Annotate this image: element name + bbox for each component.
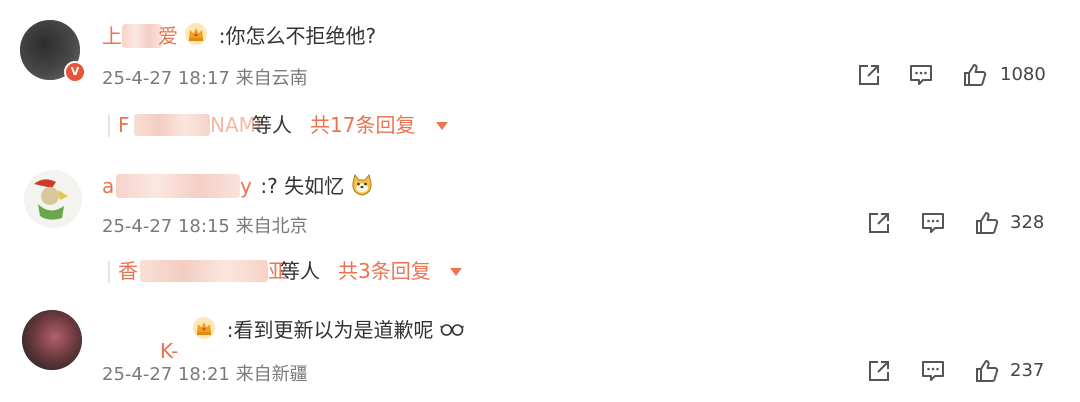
v-badge-icon: V (64, 61, 86, 83)
comment-item: V 上爱 :你怎么不拒绝他? 25-4-27 18:17 来自云南 1080 F… (0, 0, 1080, 150)
reply-summary[interactable]: F NAMI 等人 共17条回复 (108, 110, 468, 140)
username[interactable]: 上爱 (102, 22, 178, 50)
comment-icon[interactable] (908, 62, 934, 88)
replier-name[interactable]: 香亚 (118, 256, 288, 286)
avatar-image (24, 170, 82, 228)
glasses-icon (439, 324, 464, 336)
location: 来自北京 (235, 216, 308, 237)
comment-meta: 25-4-27 18:21 来自新疆 (102, 360, 308, 386)
like-count: 237 (1010, 360, 1045, 381)
comment-actions: 1080 (852, 62, 1052, 90)
replies-total-link[interactable]: 共17条回复 (310, 110, 415, 140)
reply-divider (108, 115, 110, 137)
crown-icon (193, 317, 216, 339)
comment-actions: 328 (866, 210, 1056, 238)
doge-icon (352, 173, 373, 196)
share-icon[interactable] (866, 210, 892, 236)
caret-down-icon[interactable] (436, 122, 448, 130)
like-count: 328 (1010, 212, 1045, 233)
timestamp: 25-4-27 18:21 (102, 364, 230, 385)
replies-total-link[interactable]: 共3条回复 (338, 256, 431, 286)
comment-text: :? 失如忆 (260, 174, 345, 198)
username[interactable]: ay (102, 172, 254, 200)
reply-summary[interactable]: 香亚 等人 共3条回复 (108, 256, 488, 286)
comment-icon[interactable] (920, 210, 946, 236)
like-icon[interactable] (974, 210, 1000, 236)
timestamp: 25-4-27 18:15 (102, 216, 230, 237)
reply-divider (108, 261, 110, 283)
avatar[interactable] (24, 170, 82, 228)
share-icon[interactable] (856, 62, 882, 88)
location: 来自云南 (235, 68, 308, 89)
comment-meta: 25-4-27 18:17 来自云南 (102, 64, 308, 90)
comment-meta: 25-4-27 18:15 来自北京 (102, 212, 308, 238)
comment-item: K- :看到更新以为是道歉呢 25-4-27 18:21 来自新疆 237 (0, 290, 1080, 402)
crown-icon (185, 23, 208, 45)
like-icon[interactable] (974, 358, 1000, 384)
caret-down-icon[interactable] (450, 268, 462, 276)
replies-others-label: 等人 (252, 113, 292, 137)
avatar[interactable] (22, 310, 82, 370)
comment-header: 上爱 :你怎么不拒绝他? (102, 22, 376, 50)
timestamp: 25-4-27 18:17 (102, 68, 230, 89)
comment-icon[interactable] (920, 358, 946, 384)
replier-name[interactable]: F NAMI (118, 110, 262, 140)
like-icon[interactable] (962, 62, 988, 88)
share-icon[interactable] (866, 358, 892, 384)
location: 来自新疆 (235, 364, 308, 385)
comment-item: ay :? 失如忆 25-4-27 18:15 来自北京 328 香亚 等人 共… (0, 150, 1080, 290)
comment-header: K- :看到更新以为是道歉呢 (102, 316, 464, 363)
comment-text: :你怎么不拒绝他? (218, 24, 377, 48)
comment-header: ay :? 失如忆 (102, 172, 374, 200)
replies-others-label: 等人 (280, 259, 320, 283)
like-count: 1080 (1000, 64, 1046, 85)
comment-actions: 237 (866, 358, 1056, 386)
comment-text: :看到更新以为是道歉呢 (226, 318, 434, 342)
